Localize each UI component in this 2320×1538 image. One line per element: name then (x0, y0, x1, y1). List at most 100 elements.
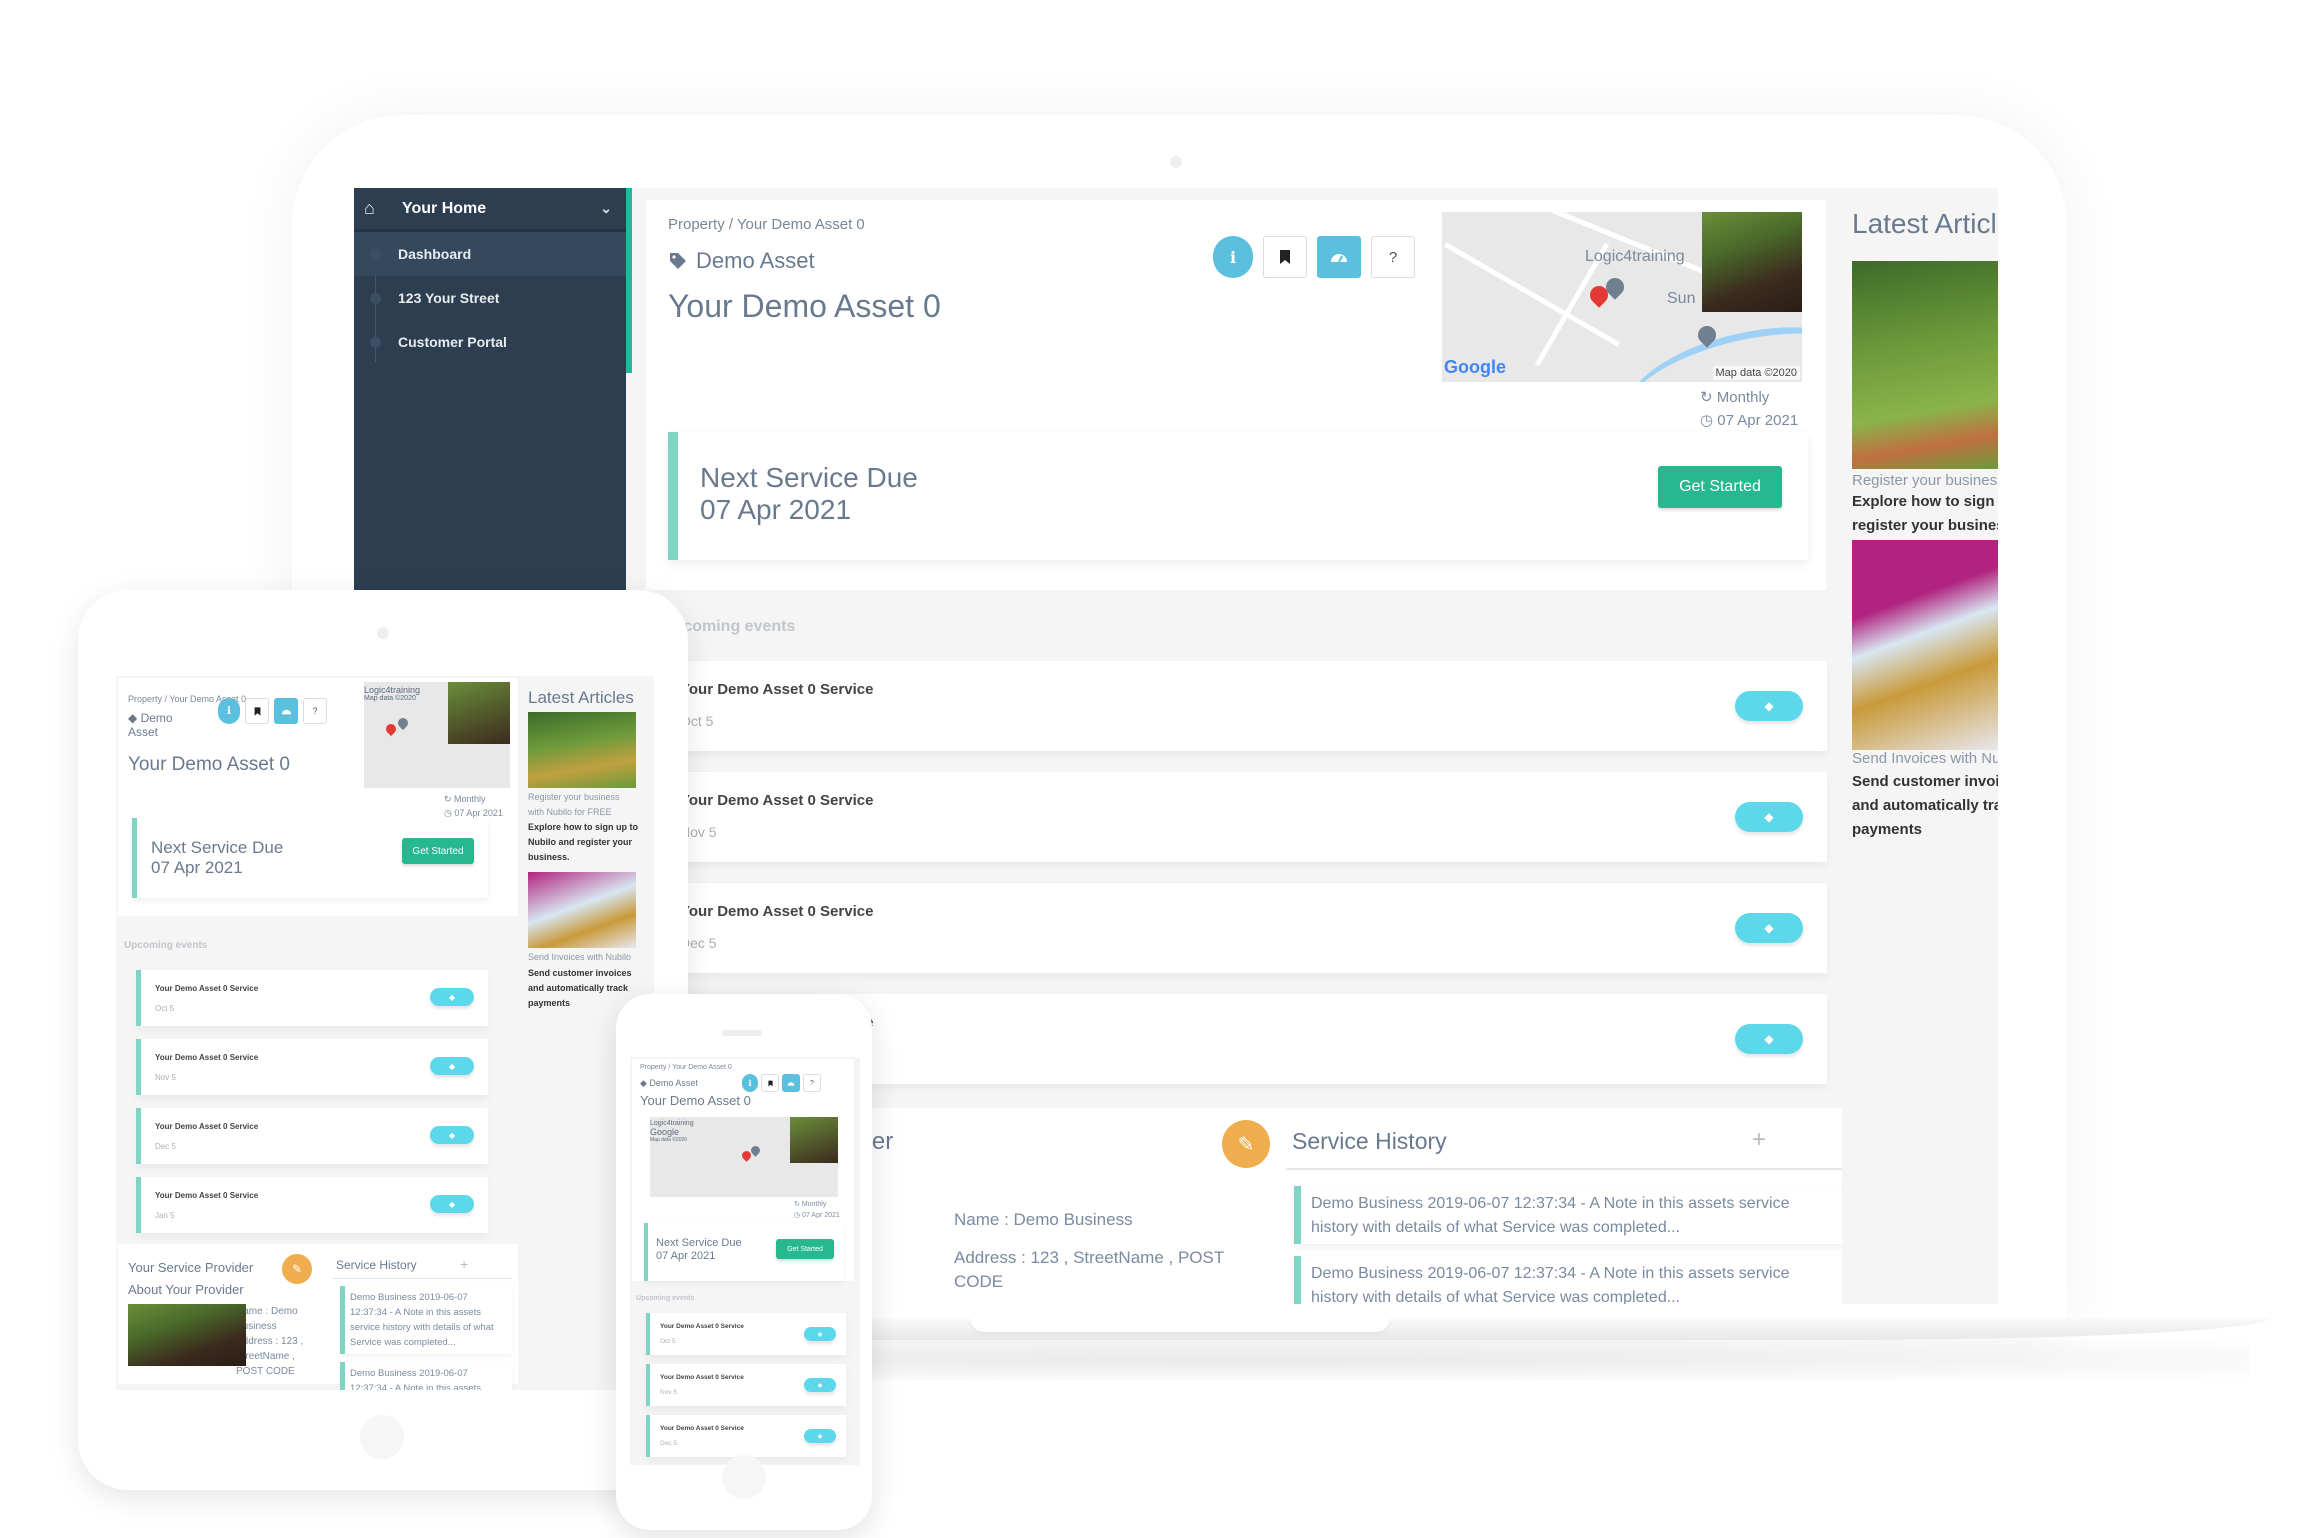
add-history-button[interactable]: + (1752, 1126, 1766, 1154)
provider-image (128, 1304, 246, 1366)
sidebar-scrollbar[interactable] (626, 188, 632, 373)
dashboard-button[interactable] (782, 1074, 800, 1092)
event-tag-button[interactable]: ◆ (430, 988, 474, 1006)
article-description: Send customer invoices and automatically… (528, 968, 632, 1008)
article-image[interactable] (528, 712, 636, 788)
provider-title: Your Service Provider (128, 1260, 254, 1275)
map-marker-icon[interactable] (395, 715, 411, 731)
event-tag-button[interactable]: ◆ (804, 1429, 836, 1443)
sidebar-header[interactable]: ⌂ Your Home ⌄ (354, 188, 626, 232)
info-button[interactable]: i (218, 698, 240, 724)
event-item[interactable]: Your Demo Asset 0 Service Dec 5 ◆ (646, 1415, 846, 1457)
article-subtitle[interactable]: Register your business with Nubilo for F… (528, 790, 636, 820)
sidebar-item-label: Customer Portal (398, 334, 507, 350)
laptop-notch (970, 1318, 1390, 1332)
map-marker-icon[interactable] (383, 721, 399, 737)
event-item[interactable]: Your Demo Asset 0 Service Nov 5 ◆ (662, 772, 1827, 862)
help-button[interactable]: ? (803, 1074, 821, 1092)
event-tag-button[interactable]: ◆ (430, 1057, 474, 1075)
edit-provider-button[interactable]: ✎ (1222, 1120, 1270, 1168)
event-tag-button[interactable]: ◆ (1735, 1024, 1803, 1054)
tag-icon: ◆ (448, 1061, 456, 1071)
event-tag-button[interactable]: ◆ (1735, 691, 1803, 721)
get-started-button[interactable]: Get Started (776, 1239, 834, 1259)
article-subtitle[interactable]: Register your business with Nubilo for F… (1852, 472, 1998, 489)
event-date: Oct 5 (660, 1338, 676, 1345)
info-button[interactable]: i (1213, 236, 1253, 278)
tag-icon: ◆ (640, 1078, 650, 1088)
event-item[interactable]: Your Demo Asset 0 Service Dec 5 ◆ (136, 1108, 488, 1164)
sidebar-item-customer-portal[interactable]: Customer Portal (354, 320, 626, 364)
tablet-home-button (360, 1415, 404, 1459)
help-button[interactable]: ? (303, 698, 327, 724)
history-item[interactable]: Demo Business 2019-06-07 12:37:34 - A No… (1294, 1256, 1846, 1304)
event-title: Your Demo Asset 0 Service (680, 681, 874, 698)
asset-actions: i ? (1213, 236, 1415, 278)
tag-icon: ◆ (448, 992, 456, 1002)
divider (332, 1278, 512, 1279)
bookmark-button[interactable] (761, 1074, 779, 1092)
get-started-button[interactable]: Get Started (402, 838, 474, 864)
event-title: Your Demo Asset 0 Service (660, 1425, 744, 1432)
add-history-button[interactable]: + (460, 1256, 468, 1272)
google-logo: Google (1444, 357, 1506, 377)
dashboard-button[interactable] (274, 698, 298, 724)
divider (1286, 1168, 1846, 1170)
event-title: Your Demo Asset 0 Service (155, 1053, 259, 1062)
event-tag-button[interactable]: ◆ (804, 1327, 836, 1341)
event-item[interactable]: Your Demo Asset 0 Service Oct 5 ◆ (662, 661, 1827, 751)
map-label: Logic4training (1585, 248, 1685, 265)
article-subtitle[interactable]: Send Invoices with Nubilo (1852, 750, 1998, 767)
bookmark-button[interactable] (245, 698, 269, 724)
location-map[interactable]: Logic4training Google Map data ©2020 (650, 1117, 838, 1197)
edit-provider-button[interactable]: ✎ (282, 1254, 312, 1284)
phone-home-button (722, 1455, 766, 1499)
event-date: Jan 5 (155, 1211, 175, 1220)
provider-name: Name : Demo Business (954, 1210, 1133, 1229)
article-image[interactable] (1852, 261, 1998, 469)
sidebar-item-street[interactable]: 123 Your Street (354, 276, 626, 320)
upcoming-events-list: Your Demo Asset 0 Service Oct 5 ◆ Your Dem… (646, 1313, 846, 1465)
schedule-date: ◷ 07 Apr 2021 (1700, 412, 1799, 429)
next-service-title: Next Service Due (151, 838, 284, 857)
tag-icon: ◆ (817, 1331, 823, 1338)
event-item[interactable]: Your Demo Asset 0 Service Nov 5 ◆ (136, 1039, 488, 1095)
event-item[interactable]: Your Demo Asset 0 Service Jan 5 ◆ (136, 1177, 488, 1233)
sidebar-item-label: Dashboard (398, 246, 472, 262)
asset-type: ◆ Demo Asset (640, 1078, 698, 1088)
location-map[interactable]: Logic4training Sun Google Map data ©2020 (1442, 212, 1802, 382)
event-item[interactable]: Your Demo Asset 0 Service Nov 5 ◆ (646, 1364, 846, 1406)
get-started-button[interactable]: Get Started (1658, 466, 1782, 508)
event-tag-button[interactable]: ◆ (430, 1195, 474, 1213)
event-date: Oct 5 (155, 1004, 175, 1013)
next-service-title: Next Service Due (656, 1237, 742, 1249)
event-tag-button[interactable]: ◆ (430, 1126, 474, 1144)
frequency: ↻ Monthly (794, 1201, 827, 1208)
sidebar-item-dashboard[interactable]: Dashboard (354, 232, 626, 276)
info-button[interactable]: i (742, 1074, 758, 1092)
breadcrumb[interactable]: Property / Your Demo Asset 0 (640, 1064, 732, 1071)
event-tag-button[interactable]: ◆ (804, 1378, 836, 1392)
event-item[interactable]: Your Demo Asset 0 Service Oct 5 ◆ (646, 1313, 846, 1355)
article-image[interactable] (528, 872, 636, 948)
event-tag-button[interactable]: ◆ (1735, 802, 1803, 832)
location-map[interactable]: Logic4training Map data ©2020 (364, 682, 510, 788)
tag-icon: ◆ (448, 1199, 456, 1209)
event-tag-button[interactable]: ◆ (1735, 913, 1803, 943)
article-image[interactable] (1852, 540, 1998, 750)
event-item[interactable]: Your Demo Asset 0 Service Dec 5 ◆ (662, 883, 1827, 973)
frequency: ↻ Monthly (1700, 389, 1770, 406)
bookmark-button[interactable] (1263, 236, 1307, 278)
help-button[interactable]: ? (1371, 236, 1415, 278)
history-item[interactable]: Demo Business 2019-06-07 12:37:34 - A No… (1294, 1186, 1846, 1244)
dashboard-button[interactable] (1317, 236, 1361, 278)
breadcrumb[interactable]: Property / Your Demo Asset 0 (668, 216, 865, 233)
provider-details: Name : Demo Business Address : 123 , Str… (236, 1304, 306, 1379)
event-title: Your Demo Asset 0 Service (680, 792, 874, 809)
history-item[interactable]: Demo Business 2019-06-07 12:37:34 - A No… (340, 1286, 512, 1354)
history-item[interactable]: Demo Business 2019-06-07 12:37:34 - A No… (340, 1362, 512, 1390)
latest-articles-title: Latest Articles (1852, 208, 1998, 239)
article-subtitle[interactable]: Send Invoices with Nubilo (528, 950, 631, 965)
chevron-down-icon[interactable]: ⌄ (600, 200, 612, 217)
event-item[interactable]: Your Demo Asset 0 Service Oct 5 ◆ (136, 970, 488, 1026)
